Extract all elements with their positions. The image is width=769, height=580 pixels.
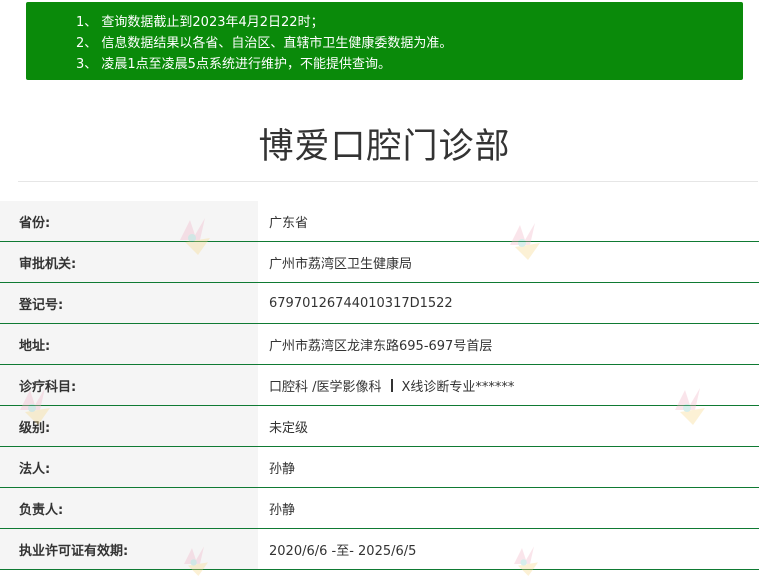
- row-label: 法人:: [0, 447, 258, 487]
- row-value: 口腔科 /医学影像科 X线诊断专业******: [258, 365, 759, 405]
- title-divider: [18, 181, 758, 182]
- row-label: 执业许可证有效期:: [0, 529, 258, 569]
- row-label: 诊疗科目:: [0, 365, 258, 405]
- row-label: 级别:: [0, 406, 258, 446]
- row-value: 未定级: [258, 406, 759, 446]
- table-row-registration: 登记号: 67970126744010317D1522: [0, 283, 759, 324]
- table-row-address: 地址: 广州市荔湾区龙津东路695-697号首层: [0, 324, 759, 365]
- row-value: 广州市荔湾区卫生健康局: [258, 242, 759, 282]
- row-value: 2020/6/6 -至- 2025/6/5: [258, 529, 759, 569]
- row-label: 地址:: [0, 324, 258, 364]
- notice-line-1: 1、 查询数据截止到2023年4月2日22时；: [76, 15, 324, 30]
- table-row-authority: 审批机关: 广州市荔湾区卫生健康局: [0, 242, 759, 283]
- table-row-legal-person: 法人: 孙静: [0, 447, 759, 488]
- row-label: 省份:: [0, 201, 258, 241]
- row-label: 审批机关:: [0, 242, 258, 282]
- table-row-departments: 诊疗科目: 口腔科 /医学影像科 X线诊断专业******: [0, 365, 759, 406]
- table-row-level: 级别: 未定级: [0, 406, 759, 447]
- table-row-license-validity: 执业许可证有效期: 2020/6/6 -至- 2025/6/5: [0, 529, 759, 570]
- page-title: 博爱口腔门诊部: [258, 127, 511, 167]
- notice-banner: 1、 查询数据截止到2023年4月2日22时； 2、 信息数据结果以各省、自治区…: [26, 2, 743, 80]
- notice-line-2: 2、 信息数据结果以各省、自治区、直辖市卫生健康委数据为准。: [76, 36, 453, 51]
- row-value: 孙静: [258, 488, 759, 528]
- separator-bar: [390, 378, 393, 392]
- info-table: 省份: 广东省 审批机关: 广州市荔湾区卫生健康局 登记号: 679701267…: [0, 201, 759, 570]
- row-label: 登记号:: [0, 283, 258, 323]
- table-row-responsible: 负责人: 孙静: [0, 488, 759, 529]
- row-value: 广州市荔湾区龙津东路695-697号首层: [258, 324, 759, 364]
- row-value: 67970126744010317D1522: [258, 283, 759, 323]
- notice-line-3: 3、 凌晨1点至凌晨5点系统进行维护，不能提供查询。: [76, 57, 391, 72]
- department-primary: 口腔科 /医学影像科: [269, 379, 382, 395]
- row-label: 负责人:: [0, 488, 258, 528]
- department-secondary: X线诊断专业******: [401, 379, 515, 395]
- row-value: 广东省: [258, 201, 759, 241]
- table-row-province: 省份: 广东省: [0, 201, 759, 242]
- row-value: 孙静: [258, 447, 759, 487]
